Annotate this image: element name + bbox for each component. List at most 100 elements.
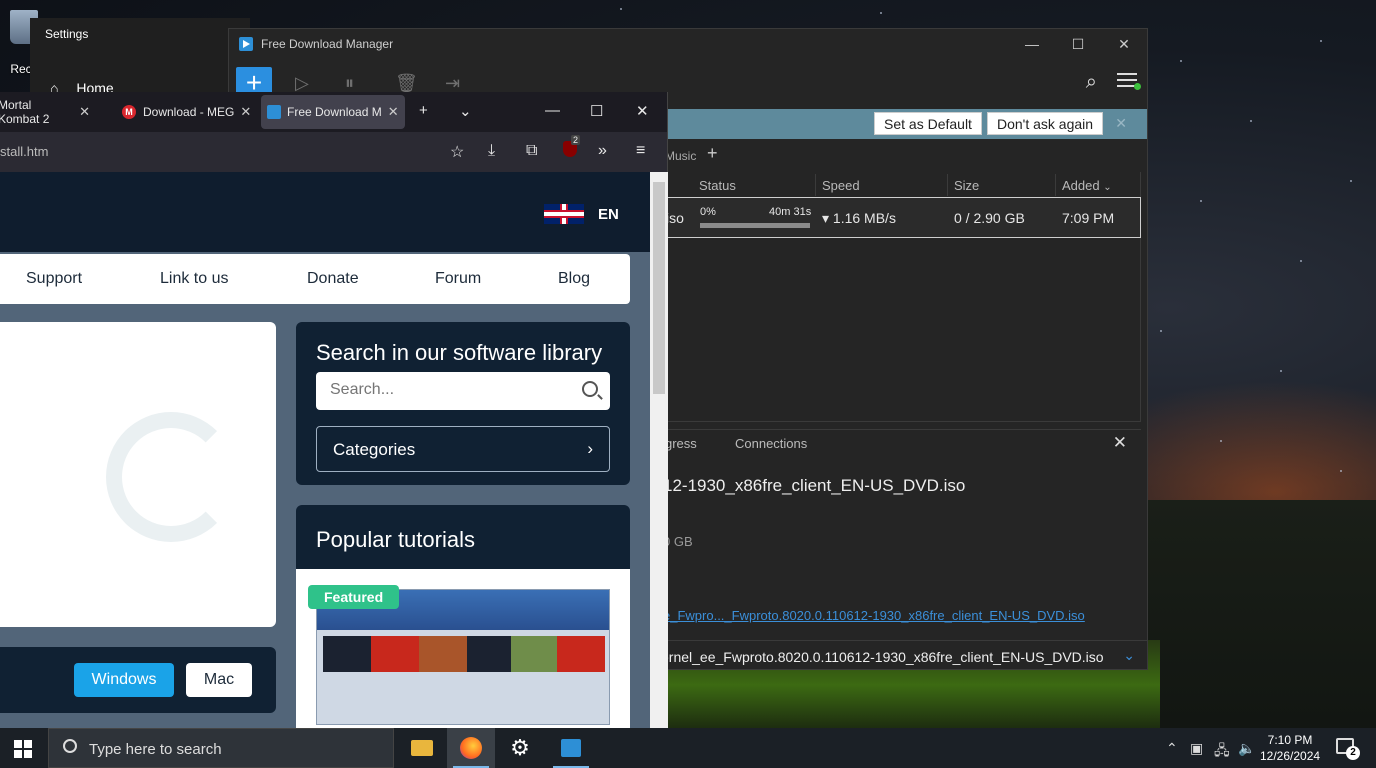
row-size: 0 / 2.90 GB xyxy=(954,210,1025,226)
search-icon xyxy=(63,739,77,753)
page-scrollbar[interactable] xyxy=(650,172,668,728)
sort-desc-icon: ⌄ xyxy=(1103,182,1112,193)
clock-time: 7:10 PM xyxy=(1267,733,1313,747)
menu-icon[interactable] xyxy=(1117,73,1141,91)
taskbar-clock[interactable]: 7:10 PM 12/26/2024 xyxy=(1260,732,1320,764)
search-icon[interactable]: ⌕ xyxy=(1086,71,1097,94)
taskbar-search[interactable]: Type here to search xyxy=(48,728,394,768)
tab-progress[interactable]: gress xyxy=(665,436,697,451)
row-percent: 0% xyxy=(700,206,716,218)
bookmark-star-icon[interactable]: ☆ xyxy=(450,142,464,162)
tab-music[interactable]: Music xyxy=(665,149,696,163)
extensions-icon[interactable]: ⧉ xyxy=(526,142,537,160)
taskbar-search-placeholder: Type here to search xyxy=(89,741,222,758)
banner-close-icon[interactable]: ✕ xyxy=(1115,115,1127,132)
tab-close-icon[interactable]: ✕ xyxy=(79,104,90,120)
update-dot-icon xyxy=(1134,83,1141,90)
tab-title: Free Download M xyxy=(287,105,382,119)
add-tab-icon[interactable]: + xyxy=(707,143,718,164)
platform-buttons: Windows Mac xyxy=(0,647,276,713)
tray-chevron-up-icon[interactable]: ⌃ xyxy=(1166,740,1178,757)
network-icon[interactable]: 🖧 xyxy=(1214,740,1230,764)
row-eta: 40m 31s xyxy=(769,206,812,218)
dont-ask-again-button[interactable]: Don't ask again xyxy=(987,112,1104,135)
categories-button[interactable]: Categories › xyxy=(316,426,610,472)
tab-list-chevron-icon[interactable]: ⌄ xyxy=(459,102,472,120)
settings-button[interactable]: ⚙ xyxy=(496,728,544,768)
details-close-icon[interactable]: ✕ xyxy=(1113,433,1127,453)
nav-donate[interactable]: Donate xyxy=(307,270,359,288)
browser-tab-mega[interactable]: M Download - MEG ✕ xyxy=(116,95,258,129)
hero-card xyxy=(0,322,276,627)
close-button[interactable]: ✕ xyxy=(1101,29,1147,59)
nav-forum[interactable]: Forum xyxy=(435,270,481,288)
pause-icon[interactable]: ⏸ xyxy=(345,73,354,94)
fdm-taskbar-button[interactable] xyxy=(547,728,595,768)
hamburger-menu-icon[interactable]: ≡ xyxy=(636,142,645,160)
fdm-titlebar[interactable]: Free Download Manager — ☐ ✕ xyxy=(229,29,1147,59)
categories-label: Categories xyxy=(333,440,416,459)
volume-muted-icon[interactable]: 🔈 xyxy=(1238,740,1255,757)
details-filename: 12-1930_x86fre_client_EN-US_DVD.iso xyxy=(663,476,966,495)
nav-support[interactable]: Support xyxy=(26,270,82,288)
tutorial-card[interactable]: Featured xyxy=(296,569,630,728)
minimize-button[interactable]: — xyxy=(1009,29,1055,59)
software-search-panel: Search in our software library Categorie… xyxy=(296,322,630,485)
resume-icon[interactable]: ▷ xyxy=(295,73,309,94)
maximize-button[interactable]: ☐ xyxy=(1055,29,1101,59)
windows-button[interactable]: Windows xyxy=(74,663,174,697)
fdm-favicon-icon xyxy=(267,105,281,119)
url-text[interactable]: stall.htm xyxy=(0,144,48,159)
column-size[interactable]: Size xyxy=(948,174,1056,196)
file-explorer-button[interactable] xyxy=(398,728,446,768)
checkmark-circle-icon xyxy=(106,412,236,542)
details-file-link[interactable]: e_Fwpro..._Fwproto.8020.0.110612-1930_x8… xyxy=(663,608,1085,623)
tray-app-icon[interactable]: ▣ xyxy=(1190,740,1203,757)
language-selector[interactable]: EN xyxy=(598,206,619,223)
web-page: EN Support Link to us Donate Forum Blog … xyxy=(0,172,650,728)
tutorial-thumbnail xyxy=(316,589,610,725)
set-as-default-button[interactable]: Set as Default xyxy=(874,112,982,135)
firefox-button[interactable] xyxy=(447,728,495,768)
desktop-mountains xyxy=(1140,500,1376,728)
tab-close-icon[interactable]: ✕ xyxy=(388,104,399,120)
tab-title: Mortal Kombat 2 xyxy=(0,98,50,126)
column-status[interactable]: Status xyxy=(669,174,816,196)
browser-close-button[interactable]: ✕ xyxy=(636,102,649,120)
browser-tab-mortal-kombat[interactable]: Mortal Kombat 2 ✕ xyxy=(0,95,96,129)
ublock-count-badge: 2 xyxy=(571,135,581,145)
nav-blog[interactable]: Blog xyxy=(558,270,590,288)
search-icon[interactable] xyxy=(582,381,598,397)
featured-badge: Featured xyxy=(308,585,400,609)
search-input[interactable] xyxy=(330,372,570,408)
nav-link-to-us[interactable]: Link to us xyxy=(160,270,228,288)
new-tab-icon[interactable]: + xyxy=(419,102,428,119)
delete-icon[interactable]: 🗑 xyxy=(395,73,418,94)
browser-minimize-button[interactable]: — xyxy=(545,102,560,119)
fdm-icon xyxy=(561,739,581,757)
browser-tab-fdm[interactable]: Free Download M ✕ xyxy=(261,95,405,129)
folder-icon xyxy=(411,740,433,756)
downloads-icon[interactable]: ⤓ xyxy=(488,142,495,160)
search-panel-title: Search in our software library xyxy=(316,340,603,365)
chevron-right-icon: › xyxy=(587,439,593,458)
scrollbar-thumb[interactable] xyxy=(653,182,665,394)
column-speed[interactable]: Speed xyxy=(816,174,948,196)
column-added[interactable]: Added ⌄ xyxy=(1056,174,1141,196)
notifications-icon[interactable]: 2 xyxy=(1336,738,1360,760)
taskbar: Type here to search ⚙ ⌃ ▣ 🖧 🔈 7:10 PM 12… xyxy=(0,728,1376,768)
fdm-logo-icon xyxy=(239,37,253,51)
browser-maximize-button[interactable]: ☐ xyxy=(590,102,603,120)
site-header: EN xyxy=(0,172,650,252)
tab-connections[interactable]: Connections xyxy=(735,436,807,451)
mac-button[interactable]: Mac xyxy=(186,663,252,697)
move-to-folder-icon[interactable]: ⇥ xyxy=(445,73,460,94)
start-windows-icon[interactable] xyxy=(14,740,32,758)
tab-title: Download - MEG xyxy=(143,105,235,119)
browser-window[interactable]: Mortal Kombat 2 ✕ M Download - MEG ✕ Free … xyxy=(0,92,668,728)
file-select-value: ernel_ee_Fwproto.8020.0.110612-1930_x86f… xyxy=(661,649,1104,665)
overflow-chevron-icon[interactable]: » xyxy=(598,142,607,160)
software-search-field[interactable] xyxy=(316,372,610,410)
uk-flag-icon[interactable] xyxy=(544,204,584,224)
tab-close-icon[interactable]: ✕ xyxy=(240,104,251,120)
